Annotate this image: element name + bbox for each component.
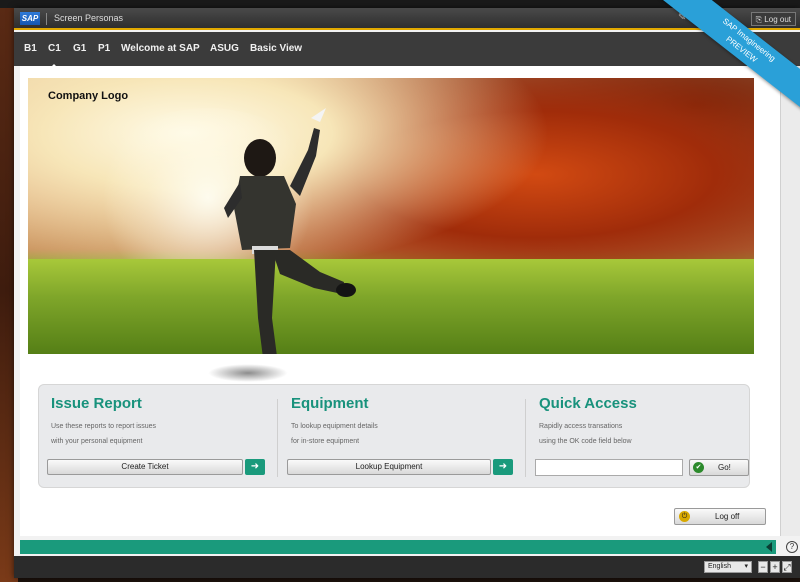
- logout-label: Log out: [764, 15, 791, 24]
- collapse-arrow-icon[interactable]: [766, 542, 772, 552]
- quick-desc-line-2: using the OK code field below: [539, 438, 632, 445]
- logout-icon: ⎘: [755, 15, 765, 24]
- log-off-label: Log off: [715, 512, 740, 521]
- panel-divider: [277, 399, 278, 477]
- tab-g1[interactable]: G1: [73, 43, 86, 54]
- footer-green-bar: [20, 540, 776, 554]
- panel-divider: [525, 399, 526, 477]
- quick-access-section: Quick Access Rapidly access transations …: [535, 385, 749, 489]
- language-value: English: [708, 563, 731, 570]
- check-icon: ✔: [693, 462, 704, 473]
- log-off-button[interactable]: ⏻ Log off: [674, 508, 766, 525]
- language-select[interactable]: English ▾: [704, 561, 752, 573]
- quick-access-description: Rapidly access transations using the OK …: [539, 419, 739, 449]
- zoom-out-button[interactable]: −: [758, 561, 768, 573]
- tab-basic-view[interactable]: Basic View: [250, 43, 302, 54]
- arrow-right-icon[interactable]: ➜: [245, 459, 265, 475]
- quick-access-title: Quick Access: [539, 395, 637, 412]
- equipment-title: Equipment: [291, 395, 369, 412]
- sap-logo: SAP: [20, 12, 40, 25]
- issue-desc-line-1: Use these reports to report issues: [51, 423, 157, 430]
- issue-desc-line-2: with your personal equipment: [51, 438, 143, 445]
- tab-asug[interactable]: ASUG: [210, 43, 239, 54]
- ok-code-input[interactable]: [535, 459, 683, 476]
- company-logo: Company Logo: [48, 90, 129, 102]
- tab-c1[interactable]: C1: [48, 43, 61, 70]
- tab-welcome-at-sap[interactable]: Welcome at SAP: [121, 43, 200, 54]
- action-panel: Issue Report Use these reports to report…: [38, 384, 750, 488]
- equipment-desc-line-2: for in-store equipment: [291, 438, 360, 445]
- status-bar: English ▾ − + ⤢: [14, 556, 800, 578]
- logout-button[interactable]: ⎘ Log out: [750, 12, 796, 26]
- tab-b1[interactable]: B1: [24, 43, 37, 54]
- zoom-in-button[interactable]: +: [770, 561, 780, 573]
- window-title: Screen Personas: [54, 13, 124, 23]
- hero-shadow: [208, 364, 288, 382]
- fullscreen-icon[interactable]: ⤢: [782, 561, 792, 573]
- go-label: Go!: [718, 463, 731, 472]
- issue-report-description: Use these reports to report issues with …: [51, 419, 251, 449]
- arrow-right-icon[interactable]: ➜: [493, 459, 513, 475]
- create-ticket-button[interactable]: Create Ticket: [47, 459, 243, 475]
- go-button[interactable]: ✔ Go!: [689, 459, 749, 476]
- tab-p1[interactable]: P1: [98, 43, 110, 54]
- quick-desc-line-1: Rapidly access transations: [539, 423, 623, 430]
- vertical-scrollbar[interactable]: [780, 66, 800, 536]
- lookup-equipment-button[interactable]: Lookup Equipment: [287, 459, 491, 475]
- help-icon[interactable]: ?: [786, 541, 798, 553]
- chevron-down-icon: ▾: [744, 563, 748, 570]
- equipment-description: To lookup equipment details for in-store…: [291, 419, 491, 449]
- equipment-desc-line-1: To lookup equipment details: [291, 423, 378, 430]
- paper-plane-icon: [311, 108, 326, 122]
- issue-report-section: Issue Report Use these reports to report…: [47, 385, 267, 489]
- equipment-section: Equipment To lookup equipment details fo…: [287, 385, 517, 489]
- app-window: SAP Screen Personas ✎ ⎘ Log out B1 C1 G1…: [14, 0, 800, 578]
- logoff-icon: ⏻: [679, 511, 690, 522]
- issue-report-title: Issue Report: [51, 395, 142, 412]
- title-separator: [46, 13, 47, 25]
- boy-figure-illustration: [224, 108, 356, 354]
- main-content: Company Logo Issue Report Use these repo…: [20, 66, 780, 536]
- tab-bar: B1 C1 G1 P1 Welcome at SAP ASUG Basic Vi…: [14, 32, 800, 70]
- hero-image: Company Logo: [28, 78, 754, 354]
